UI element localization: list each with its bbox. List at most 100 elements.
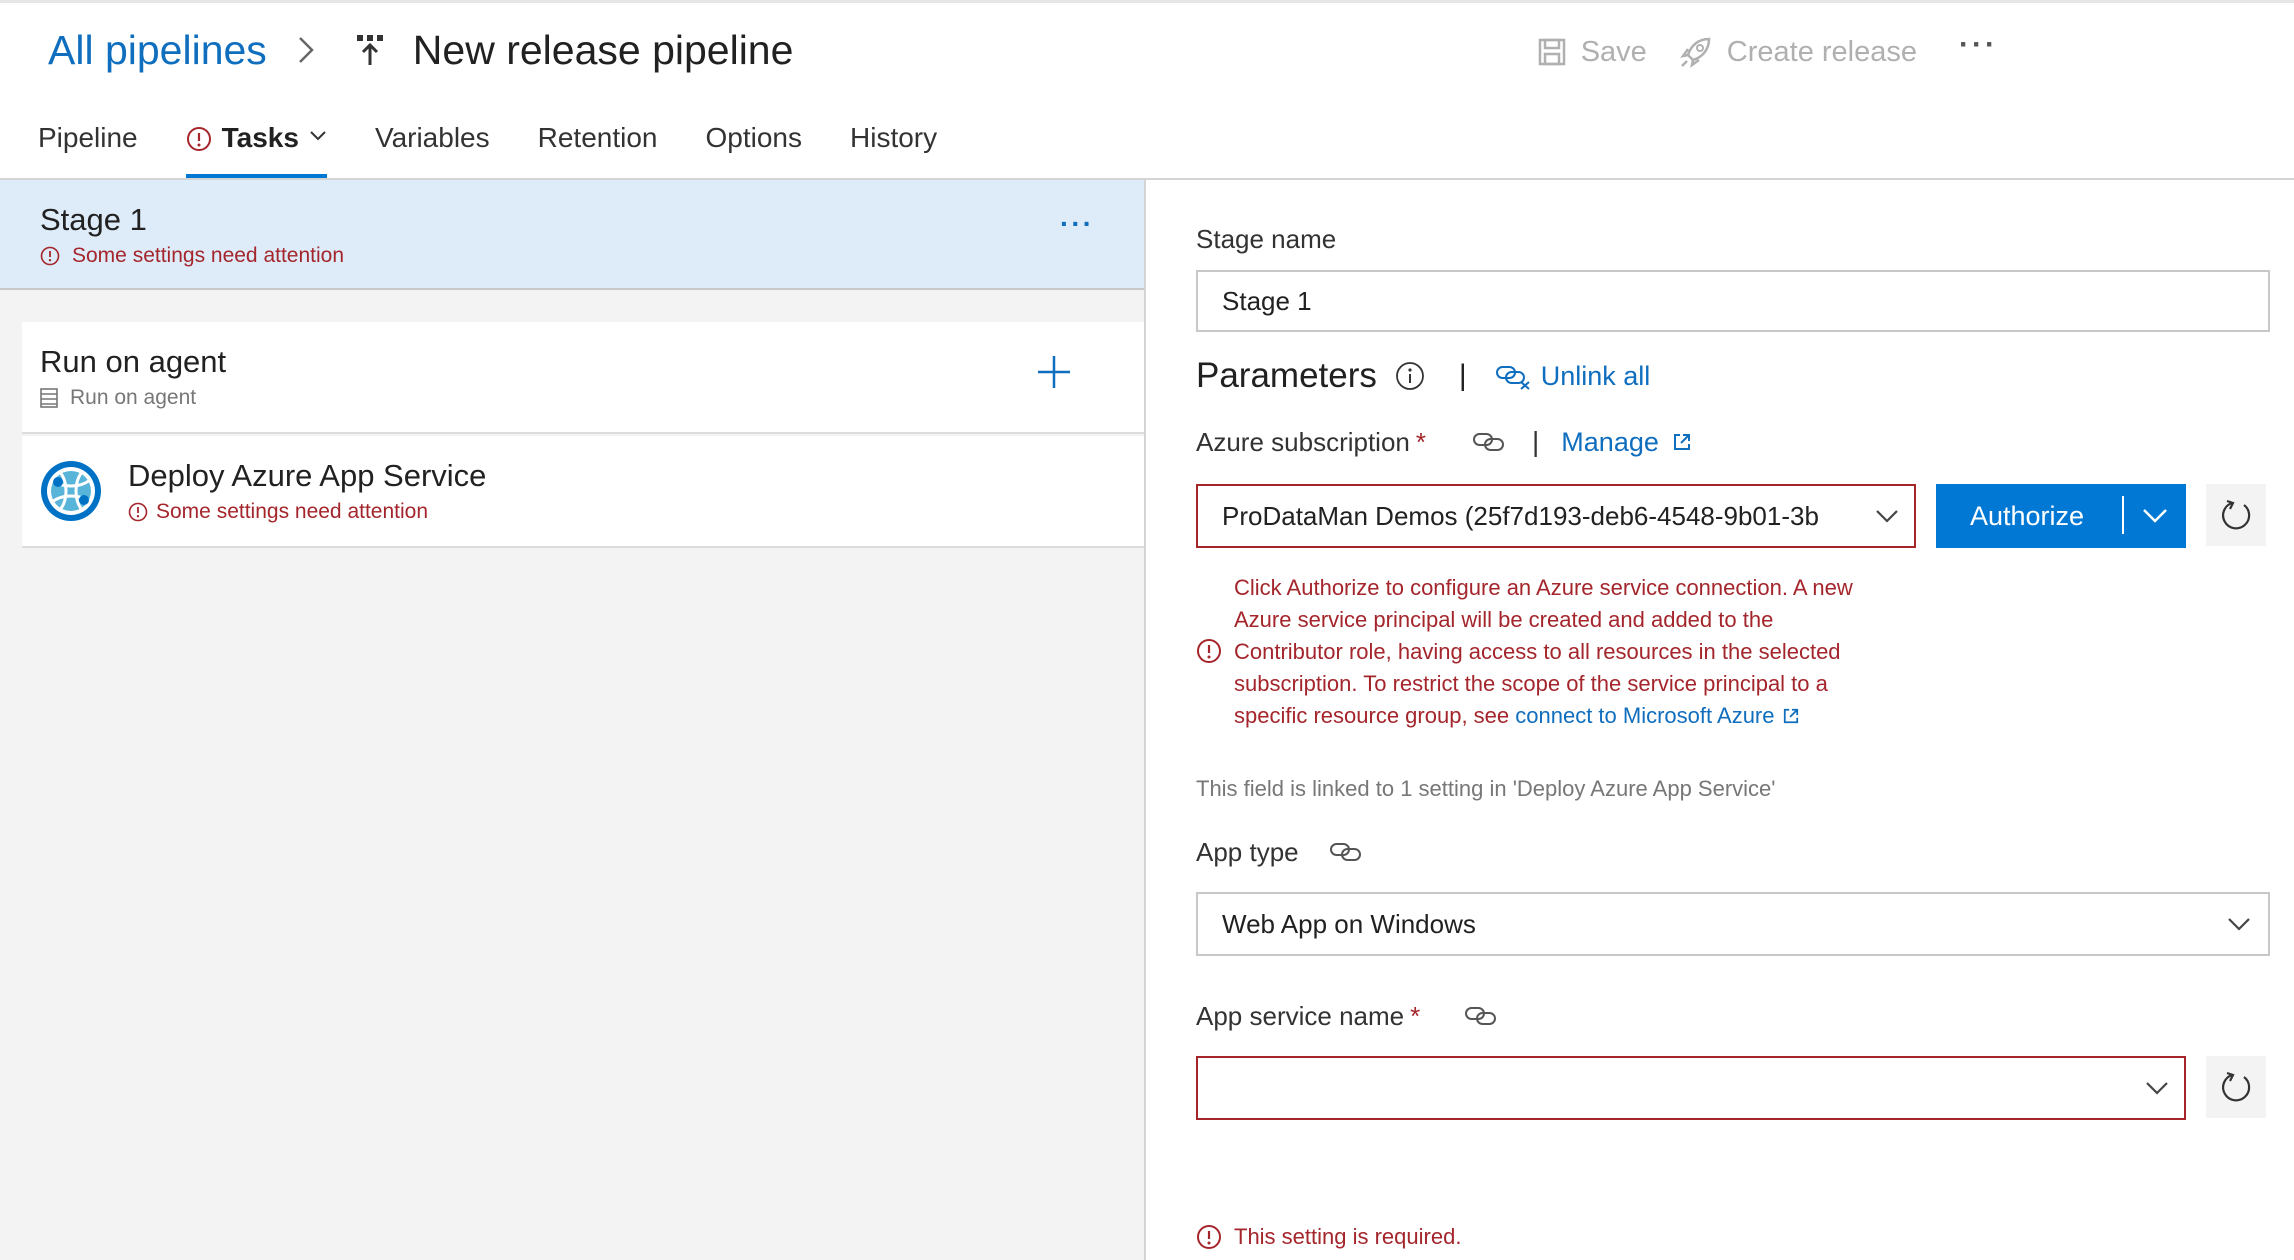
link-icon[interactable] [1329, 840, 1363, 864]
tab-label: Options [705, 122, 803, 153]
azure-subscription-label: Azure subscription [1196, 426, 1410, 457]
manage-link[interactable]: Manage [1561, 427, 1691, 458]
save-label: Save [1580, 35, 1647, 68]
error-line: Click Authorize to configure an Azure se… [1234, 575, 1853, 600]
separator: | [1532, 426, 1540, 457]
tab-variables[interactable]: Variables [375, 110, 490, 178]
azure-subscription-value: ProDataMan Demos (25f7d193-deb6-4548-9b0… [1222, 500, 1819, 531]
tab-label: Tasks [221, 122, 299, 153]
authorize-label: Authorize [1970, 500, 2085, 531]
parameters-title: Parameters [1196, 356, 1377, 395]
all-pipelines-link[interactable]: All pipelines [48, 27, 267, 74]
error-line: specific resource group, see connect to … [1234, 700, 1853, 732]
unlink-all-label: Unlink all [1540, 360, 1651, 391]
create-release-button[interactable]: Create release [1679, 35, 1917, 69]
connect-azure-label: connect to Microsoft Azure [1515, 703, 1775, 728]
breadcrumb: All pipelines New release pipeline [48, 22, 793, 78]
required-marker: * [1415, 426, 1427, 457]
separator: | [1458, 359, 1467, 392]
agent-job-subtitle: Run on agent [40, 386, 196, 410]
rocket-icon [1679, 37, 1711, 68]
save-button[interactable]: Save [1537, 36, 1647, 69]
refresh-icon [2222, 499, 2251, 530]
task-row[interactable]: Deploy Azure App Service Some settings n… [22, 436, 1144, 548]
release-pipeline-icon [351, 30, 391, 70]
error-icon [1197, 639, 1221, 663]
refresh-subscriptions-button[interactable] [2206, 484, 2266, 546]
stage-name-value: Stage 1 [1222, 285, 1312, 316]
save-icon [1538, 38, 1565, 66]
link-icon[interactable] [1464, 1004, 1498, 1028]
warning-icon [186, 127, 211, 151]
authorize-button[interactable]: Authorize [1936, 484, 2186, 548]
tab-bar: Pipeline Tasks Variables Retention Optio… [38, 110, 985, 178]
top-border [0, 0, 2294, 3]
unlink-all-link[interactable]: Unlink all [1495, 360, 1651, 392]
tab-label: Pipeline [38, 122, 138, 153]
refresh-app-services-button[interactable] [2206, 1056, 2266, 1118]
connect-azure-link[interactable]: connect to Microsoft Azure [1515, 700, 1798, 732]
more-actions-button[interactable]: ··· [1959, 30, 1998, 69]
task-warning: Some settings need attention [128, 500, 428, 524]
info-icon[interactable] [1395, 361, 1425, 391]
azure-subscription-label-row: Azure subscription * | Manage [1196, 422, 1691, 462]
external-link-icon [1673, 434, 1690, 450]
tab-label: Retention [537, 122, 658, 153]
task-name: Deploy Azure App Service [128, 458, 487, 493]
app-service-name-select[interactable] [1196, 1056, 2186, 1120]
manage-label: Manage [1561, 426, 1659, 457]
azure-subscription-select[interactable]: ProDataMan Demos (25f7d193-deb6-4548-9b0… [1196, 484, 1916, 548]
parameters-header: Parameters | Unlink all [1196, 356, 1650, 396]
chevron-right-icon [289, 33, 323, 67]
stage-name-label: Stage name [1196, 224, 1337, 254]
agent-job-subtitle-text: Run on agent [70, 386, 197, 409]
app-service-required-error: This setting is required. [1196, 1224, 1461, 1250]
error-line: Azure service principal will be created … [1234, 607, 1774, 632]
stage-tasks-panel: Stage 1 Some settings need attention ···… [0, 180, 1144, 1260]
error-line: Contributor role, having access to all r… [1234, 639, 1841, 664]
stage-more-button[interactable]: ··· [1060, 208, 1094, 240]
create-release-label: Create release [1726, 35, 1918, 68]
stage-warning: Some settings need attention [40, 244, 344, 268]
chevron-down-icon [310, 131, 326, 141]
error-line: subscription. To restrict the scope of t… [1234, 671, 1828, 696]
app-type-label: App type [1196, 836, 1299, 867]
stage-row[interactable]: Stage 1 Some settings need attention ··· [0, 180, 1144, 290]
warning-icon [128, 502, 148, 522]
tab-retention[interactable]: Retention [538, 110, 658, 178]
add-task-icon[interactable] [1034, 352, 1074, 392]
tab-history[interactable]: History [850, 110, 937, 178]
app-type-select[interactable]: Web App on Windows [1196, 892, 2270, 956]
required-marker: * [1410, 1000, 1421, 1031]
agent-job-name: Run on agent [40, 344, 227, 379]
linked-field-note: This field is linked to 1 setting in 'De… [1196, 776, 1776, 801]
chevron-down-icon[interactable] [2140, 504, 2170, 526]
warning-icon [40, 246, 60, 266]
unlink-icon [1495, 366, 1530, 390]
tab-pipeline[interactable]: Pipeline [38, 110, 138, 178]
chevron-down-icon [1876, 510, 1898, 523]
app-service-name-label: App service name [1196, 1000, 1405, 1031]
tab-options[interactable]: Options [706, 110, 803, 178]
error-icon [1197, 1225, 1221, 1249]
link-icon[interactable] [1472, 430, 1506, 454]
stage-name: Stage 1 [40, 202, 147, 237]
button-separator [2122, 496, 2124, 534]
chevron-down-icon [2146, 1082, 2168, 1095]
tab-tasks[interactable]: Tasks [185, 110, 327, 178]
azure-app-service-icon [41, 461, 101, 521]
header-actions: Save Create release ··· [1505, 30, 1998, 74]
authorize-error: Click Authorize to configure an Azure se… [1196, 572, 1936, 732]
stage-properties-panel: Stage name Stage 1 Parameters | Unlink a… [1146, 180, 2294, 1260]
stage-warning-text: Some settings need attention [72, 244, 345, 267]
tab-label: History [850, 122, 938, 153]
authorize-error-text: Click Authorize to configure an Azure se… [1234, 572, 1853, 732]
app-type-value: Web App on Windows [1222, 908, 1476, 939]
app-service-required-text: This setting is required. [1234, 1224, 1462, 1249]
external-link-icon [1783, 708, 1798, 724]
stage-name-input[interactable]: Stage 1 [1196, 270, 2270, 332]
server-icon [40, 388, 58, 408]
app-type-label-row: App type [1196, 832, 1363, 872]
agent-job-row[interactable]: Run on agent Run on agent [22, 322, 1144, 434]
page-title: New release pipeline [412, 26, 794, 73]
